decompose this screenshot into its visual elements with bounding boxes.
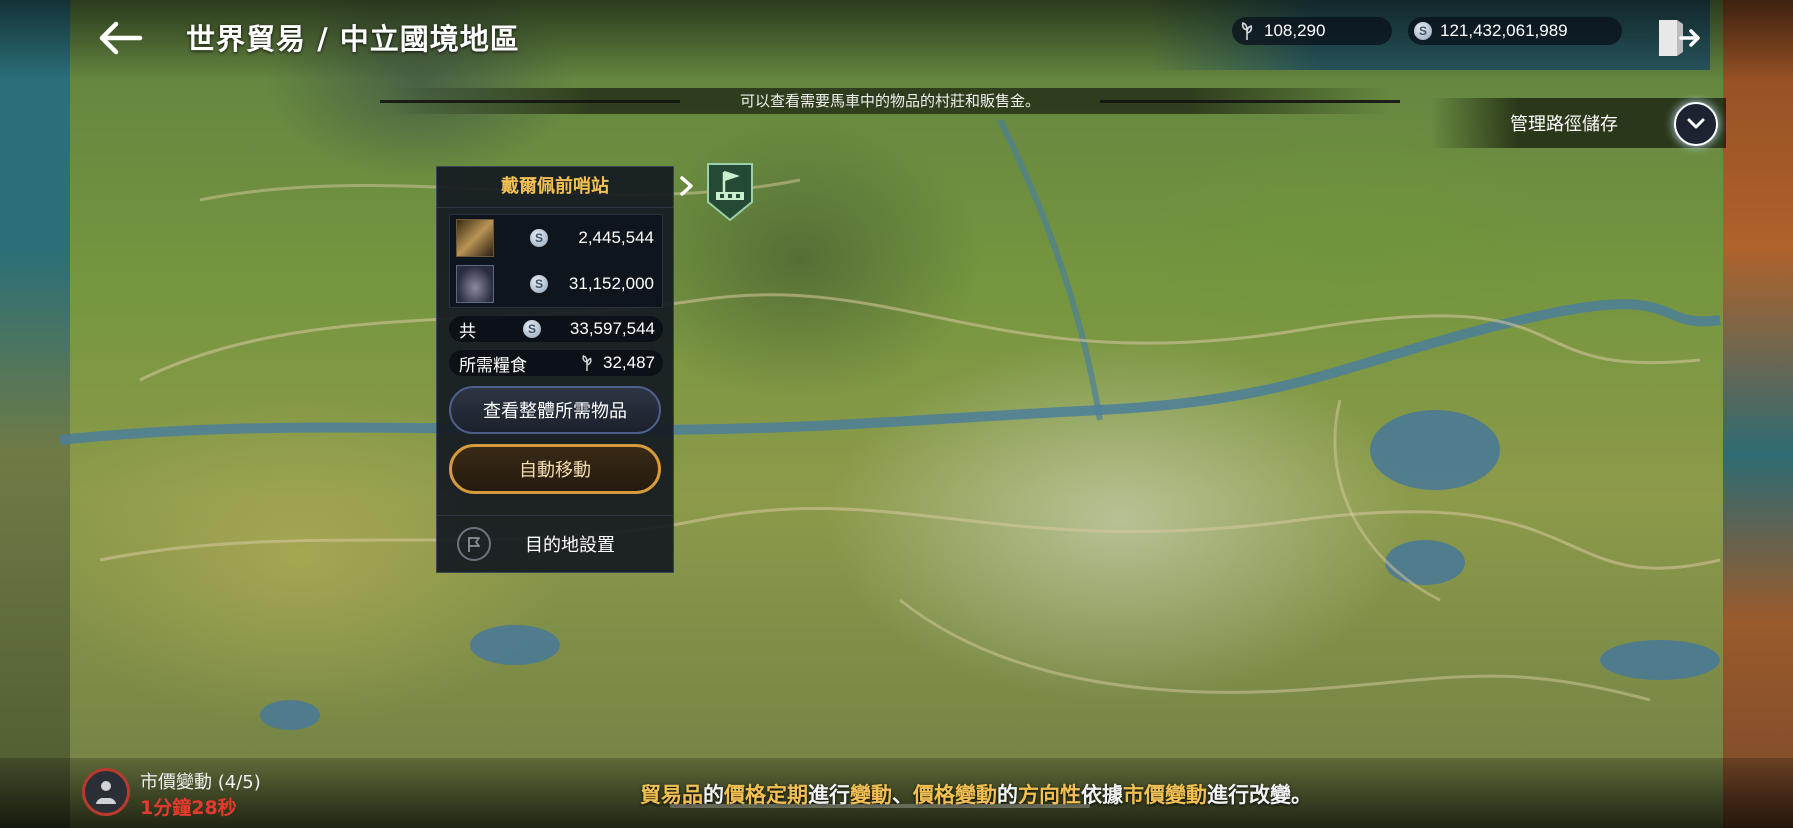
set-destination-label: 目的地設置 <box>525 535 615 556</box>
food-required-row: 所需糧食 32,487 <box>449 350 663 376</box>
silver-coin-icon: S <box>523 320 541 338</box>
notice-divider <box>380 100 680 103</box>
arrow-left-icon <box>99 21 143 55</box>
view-required-items-label: 查看整體所需物品 <box>483 401 627 422</box>
outpost-flag-icon <box>707 163 753 222</box>
cargo-item-list: S 2,445,544 S 31,152,000 <box>449 214 663 308</box>
silver-amount: 121,432,061,989 <box>1440 21 1568 40</box>
auto-move-button[interactable]: 自動移動 <box>449 444 661 494</box>
village-marker[interactable] <box>704 162 756 224</box>
tip-segment: 進行改變。 <box>1207 783 1312 807</box>
food-required-label: 所需糧食 <box>459 355 527 376</box>
tip-segment: 市價變動 <box>1123 783 1207 807</box>
food-counter: 108,290 <box>1232 17 1392 45</box>
route-save-label: 管理路徑儲存 <box>1510 114 1618 135</box>
notice-divider <box>1100 100 1400 103</box>
silver-coin-icon: S <box>530 275 548 293</box>
silver-coin-icon: S <box>530 229 548 247</box>
set-destination-button[interactable]: 目的地設置 <box>437 515 673 572</box>
notice-text: 可以查看需要馬車中的物品的村莊和販售金。 <box>739 92 1040 110</box>
route-save-button[interactable]: 管理路徑儲存 <box>1430 98 1726 148</box>
food-required-value: 32,487 <box>603 353 655 372</box>
page-title: 世界貿易 / 中立國境地區 <box>186 22 520 56</box>
grain-icon <box>1238 21 1256 41</box>
village-info-panel: 戴爾佩前哨站 S 2,445,544 S 31,152,000 共 S 33,5… <box>436 166 674 573</box>
market-change-icon[interactable] <box>82 768 130 816</box>
market-change-timer: 1分鐘28秒 <box>140 797 237 819</box>
info-notice: 可以查看需要馬車中的物品的村莊和販售金。 <box>380 88 1400 114</box>
trade-goods-icon <box>456 265 494 303</box>
food-amount: 108,290 <box>1264 21 1326 40</box>
cargo-item-price: 31,152,000 <box>568 274 654 293</box>
cargo-item-price: 2,445,544 <box>578 228 654 247</box>
silver-counter: S 121,432,061,989 <box>1408 17 1622 45</box>
cargo-item[interactable]: S 31,152,000 <box>450 261 662 307</box>
silver-coin-icon: S <box>1414 22 1432 40</box>
auto-move-label: 自動移動 <box>519 460 591 481</box>
exit-door-icon <box>1659 20 1700 56</box>
view-required-items-button[interactable]: 查看整體所需物品 <box>449 386 661 434</box>
total-label: 共 <box>459 321 476 342</box>
village-name: 戴爾佩前哨站 <box>437 167 673 208</box>
cargo-item[interactable]: S 2,445,544 <box>450 215 662 261</box>
total-value: 33,597,544 <box>569 319 655 338</box>
trade-goods-icon <box>456 219 494 257</box>
back-button[interactable] <box>92 16 148 60</box>
total-row: 共 S 33,597,544 <box>449 316 663 342</box>
chevron-down-icon[interactable] <box>1674 102 1718 146</box>
grain-icon <box>579 354 595 372</box>
flag-icon <box>457 527 491 561</box>
exit-button[interactable] <box>1655 16 1701 60</box>
market-change-label: 市價變動 (4/5) <box>140 772 261 793</box>
home-indicator <box>670 804 1090 808</box>
chevron-right-icon[interactable] <box>678 175 696 201</box>
